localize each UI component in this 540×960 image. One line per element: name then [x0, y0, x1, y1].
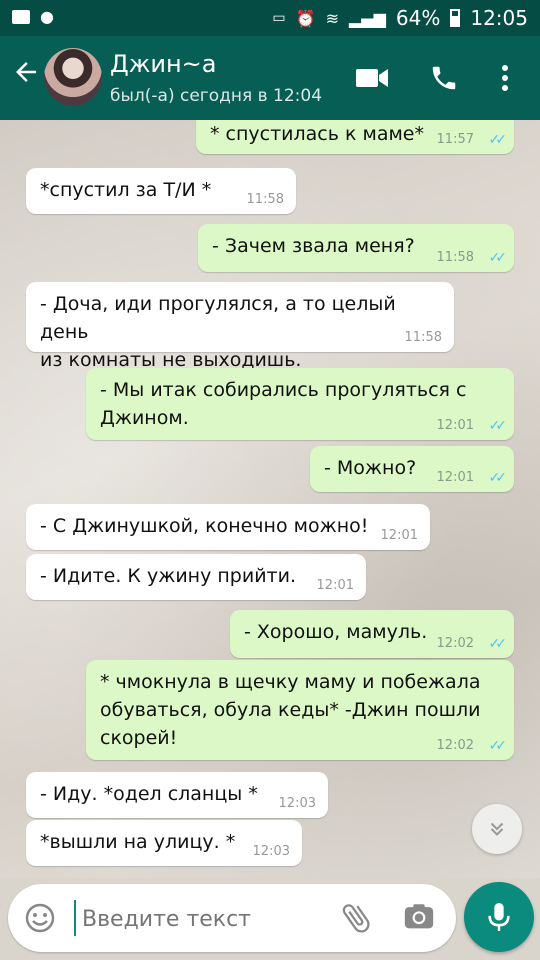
contact-avatar[interactable]	[44, 48, 102, 106]
read-receipt-icon: ✓✓	[488, 636, 508, 652]
chat-header: Джин~а был(-а) сегодня в 12:04	[0, 36, 540, 120]
more-vertical-icon[interactable]	[490, 58, 520, 98]
message-outgoing[interactable]: - Мы итак собирались прогуляться с Джино…	[86, 368, 514, 440]
read-receipt-icon: ✓✓	[488, 250, 508, 266]
battery-level: 64%	[395, 6, 441, 30]
message-text: - Можно?	[324, 457, 417, 479]
message-outgoing[interactable]: * спустилась к маме* 11:57 ✓✓	[196, 120, 514, 154]
message-outgoing[interactable]: * чмокнула в щечку маму и побежала обува…	[86, 660, 514, 760]
message-list[interactable]: * спустилась к маме* 11:57 ✓✓ *спустил з…	[0, 120, 540, 878]
message-time: 12:03	[252, 844, 290, 859]
read-receipt-icon: ✓✓	[488, 132, 508, 148]
message-text-line: - Доча, иди прогулялся, а то целый день	[40, 293, 396, 343]
message-time: 12:01	[436, 418, 474, 433]
message-incoming[interactable]: - С Джинушкой, конечно можно! 12:01	[26, 504, 430, 550]
message-text-line: * чмокнула в щечку маму и побежала	[100, 671, 481, 693]
double-chevron-down-icon[interactable]	[472, 804, 522, 854]
message-incoming[interactable]: *спустил за Т/И * 11:58	[26, 168, 296, 214]
phone-icon[interactable]	[424, 58, 464, 98]
message-time: 12:01	[316, 578, 354, 593]
message-time: 12:01	[436, 470, 474, 485]
message-text: *спустил за Т/И *	[40, 179, 212, 201]
message-text: * спустилась к маме*	[210, 123, 425, 145]
video-call-icon[interactable]	[352, 58, 392, 98]
message-text-line: обуваться, обула кеды* -Джин пошли	[100, 699, 481, 721]
contact-name[interactable]: Джин~а	[110, 50, 216, 78]
message-time: 12:02	[436, 636, 474, 651]
emoji-icon[interactable]	[24, 902, 56, 934]
message-text: *вышли на улицу. *	[40, 831, 236, 853]
notification-icon	[12, 9, 30, 24]
message-text: - Хорошо, мамуль.	[244, 621, 428, 643]
message-time: 12:02	[436, 738, 474, 753]
message-text-line: - Мы итак собирались прогуляться с	[100, 379, 467, 401]
battery-icon	[450, 9, 461, 27]
nfc-icon: ▭	[272, 10, 286, 26]
paperclip-icon[interactable]	[338, 900, 374, 936]
arrow-left-icon[interactable]	[8, 56, 44, 96]
message-outgoing[interactable]: - Хорошо, мамуль. 12:02 ✓✓	[230, 610, 514, 658]
message-outgoing[interactable]: - Можно? 12:01 ✓✓	[310, 446, 514, 492]
last-seen-status: был(-а) сегодня в 12:04	[110, 86, 323, 106]
message-time: 11:58	[436, 250, 474, 265]
message-time: 12:03	[278, 796, 316, 811]
message-incoming[interactable]: - Иду. *одел сланцы * 12:03	[26, 772, 328, 818]
message-input[interactable]	[80, 898, 334, 940]
message-time: 11:57	[436, 132, 474, 147]
message-text: - Зачем звала меня?	[212, 235, 415, 257]
read-receipt-icon: ✓✓	[488, 470, 508, 486]
microphone-icon[interactable]	[464, 882, 534, 952]
message-incoming[interactable]: - Доча, иди прогулялся, а то целый день …	[26, 282, 454, 371]
alarm-icon: ⏰	[295, 8, 316, 28]
wifi-icon: ≋	[325, 8, 339, 28]
status-bar: ● ▭ ⏰ ≋ ▂▄▆ 64% 12:05	[0, 0, 540, 36]
text-cursor	[74, 900, 76, 936]
message-text: - С Джинушкой, конечно можно!	[40, 515, 369, 537]
chat-notification-icon: ●	[40, 7, 54, 26]
message-incoming[interactable]: - Идите. К ужину прийти. 12:01	[26, 554, 366, 600]
message-composer	[8, 884, 456, 952]
message-time: 12:01	[380, 528, 418, 543]
clock: 12:05	[470, 6, 528, 30]
message-time: 11:58	[404, 330, 442, 345]
message-text: - Иду. *одел сланцы *	[40, 783, 258, 805]
camera-icon[interactable]	[402, 900, 438, 936]
signal-icon: ▂▄▆	[348, 8, 386, 28]
message-time: 11:58	[246, 192, 284, 207]
message-outgoing[interactable]: - Зачем звала меня? 11:58 ✓✓	[198, 224, 514, 272]
read-receipt-icon: ✓✓	[488, 738, 508, 754]
message-incoming[interactable]: *вышли на улицу. * 12:03	[26, 820, 302, 866]
read-receipt-icon: ✓✓	[488, 418, 508, 434]
message-text: - Идите. К ужину прийти.	[40, 565, 297, 587]
